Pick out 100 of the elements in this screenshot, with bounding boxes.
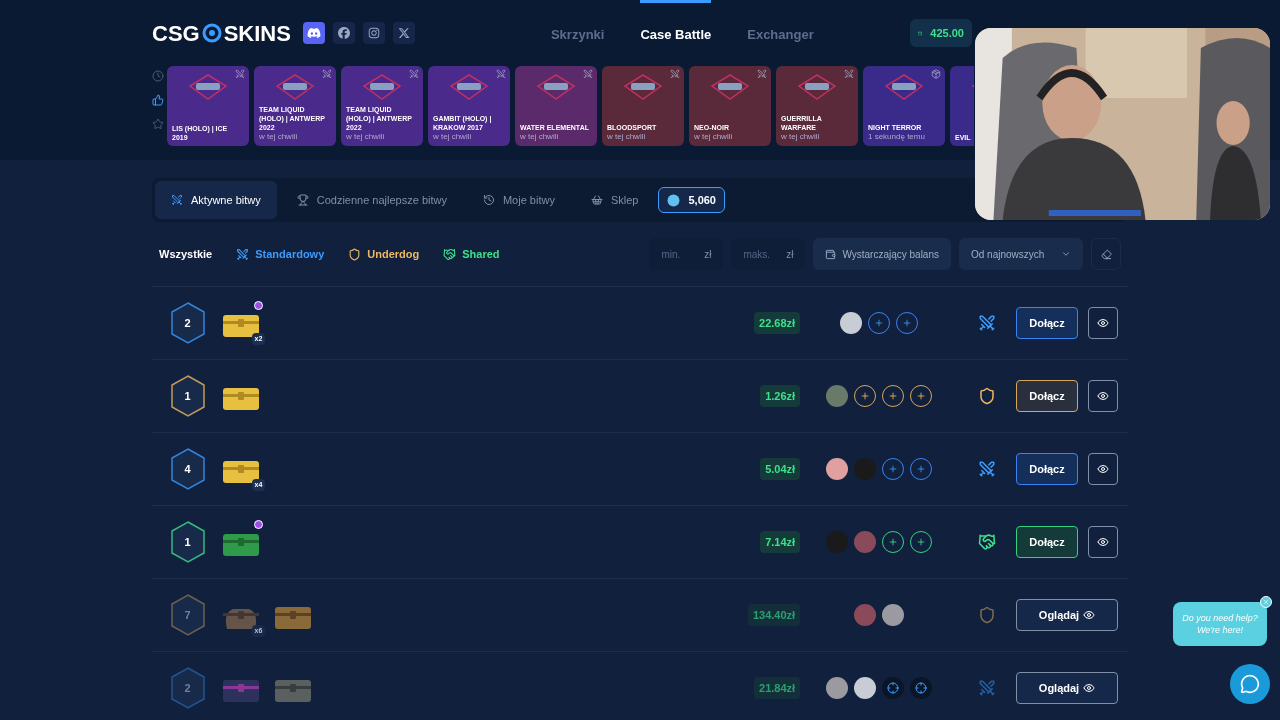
target-icon <box>886 682 899 694</box>
swords-icon <box>236 247 250 261</box>
mode-filter[interactable]: Shared <box>443 245 500 263</box>
close-icon[interactable] <box>1260 596 1272 608</box>
watch-button[interactable]: Oglądaj <box>1016 672 1118 704</box>
x-button[interactable] <box>392 22 415 44</box>
hexagon-icon <box>170 666 206 710</box>
player-avatar <box>853 531 876 553</box>
facebook-button[interactable] <box>332 22 355 44</box>
view-button[interactable] <box>1088 453 1118 485</box>
player-avatar <box>825 458 848 480</box>
price-field[interactable]: maks. <box>743 246 782 262</box>
handshake-icon <box>443 247 457 261</box>
trophy-icon <box>296 194 309 206</box>
battle-price: 21.84zł <box>754 676 801 700</box>
facebook-icon <box>337 27 350 39</box>
drop-time: 1 sekundę temu <box>868 132 926 142</box>
hexagon-icon <box>170 447 206 491</box>
player-avatar <box>853 604 876 626</box>
balance-filter-button[interactable]: Wystarczający balans <box>813 238 951 270</box>
player-avatar <box>853 677 876 699</box>
round-count: 2 <box>184 315 191 331</box>
round-count: 7 <box>184 607 191 623</box>
mode-filter[interactable]: Underdog <box>348 245 420 263</box>
basket-icon <box>590 194 603 206</box>
join-button[interactable]: Dołącz <box>1016 526 1078 558</box>
eye-icon <box>1097 317 1109 329</box>
battle-tab[interactable]: Sklep <box>574 181 655 219</box>
eye-icon <box>1097 536 1109 548</box>
mode-filter[interactable]: Wszystkie <box>159 245 213 263</box>
player-avatar <box>825 531 848 553</box>
balance-display[interactable]: 425.00 <box>910 19 972 47</box>
player-avatar <box>881 604 904 626</box>
wallet-icon <box>825 248 837 260</box>
item-icon <box>623 74 663 100</box>
battle-price: 1.26zł <box>760 384 801 408</box>
chat-icon <box>1240 674 1260 694</box>
round-count: 1 <box>184 534 191 550</box>
drop-time: w tej chwili <box>781 132 821 142</box>
instagram-button[interactable] <box>362 22 385 44</box>
plus-icon <box>887 537 898 547</box>
chat-button[interactable] <box>1230 664 1270 704</box>
item-icon <box>449 74 489 100</box>
handshake-icon <box>977 533 996 551</box>
currency-label: zł <box>704 247 712 262</box>
battle-price: 134.40zł <box>747 603 801 627</box>
battle-tab[interactable]: Moje bitwy <box>466 181 571 219</box>
drop-time: w tej chwili <box>433 132 473 142</box>
swords-icon <box>757 69 767 79</box>
hexagon-icon <box>170 520 206 564</box>
battle-tab[interactable]: Aktywne bitwy <box>155 181 277 219</box>
drop-time: w tej chwili <box>259 132 299 142</box>
round-count: 4 <box>184 461 191 477</box>
plus-icon <box>887 391 898 401</box>
item-icon <box>188 74 228 100</box>
mode-filter[interactable]: Standardowy <box>236 245 325 263</box>
logo-text: CSG <box>152 19 200 48</box>
clear-filters-button[interactable] <box>1091 238 1121 270</box>
swords-icon <box>235 69 245 79</box>
box-icon <box>931 69 941 79</box>
swords-icon <box>977 314 996 332</box>
drop-time: w tej chwili <box>346 132 386 142</box>
instagram-icon <box>367 27 380 39</box>
battle-price: 5.04zł <box>760 457 801 481</box>
drop-time: w tej chwili <box>607 132 647 142</box>
swords-icon <box>977 460 996 478</box>
x-icon <box>397 27 410 39</box>
join-button[interactable]: Dołącz <box>1016 380 1078 412</box>
item-icon <box>536 74 576 100</box>
item-icon <box>275 74 315 100</box>
coin-icon <box>667 193 681 207</box>
chevron-down-icon <box>1061 249 1071 259</box>
view-button[interactable] <box>1088 380 1118 412</box>
swords-icon <box>670 69 680 79</box>
sort-select[interactable]: Od najnowszych <box>959 238 1083 270</box>
eye-icon <box>1097 390 1109 402</box>
join-button[interactable]: Dołącz <box>1016 307 1078 339</box>
battle-price: 7.14zł <box>760 530 801 554</box>
join-button[interactable]: Dołącz <box>1016 453 1078 485</box>
discord-button[interactable] <box>302 22 325 44</box>
item-icon <box>710 74 750 100</box>
price-field[interactable]: min. <box>661 246 700 262</box>
watch-button[interactable]: Oglądaj <box>1016 599 1118 631</box>
swords-icon <box>171 194 183 206</box>
drop-time: w tej chwili <box>520 132 560 142</box>
coins-button[interactable]: 5,060 <box>658 187 725 213</box>
swords-icon <box>977 679 996 697</box>
battle-tab[interactable]: Codzienne najlepsze bitwy <box>280 181 463 219</box>
round-count: 2 <box>184 680 191 696</box>
view-button[interactable] <box>1088 526 1118 558</box>
player-avatar <box>839 312 862 334</box>
feed-filter-button[interactable] <box>152 94 164 106</box>
view-button[interactable] <box>1088 307 1118 339</box>
plus-icon <box>915 464 926 474</box>
shield-icon <box>977 606 996 624</box>
star-icon <box>152 118 164 130</box>
drop-time: w tej chwili <box>694 132 734 142</box>
hexagon-icon <box>170 374 206 418</box>
item-icon <box>362 74 402 100</box>
plus-icon <box>859 391 870 401</box>
